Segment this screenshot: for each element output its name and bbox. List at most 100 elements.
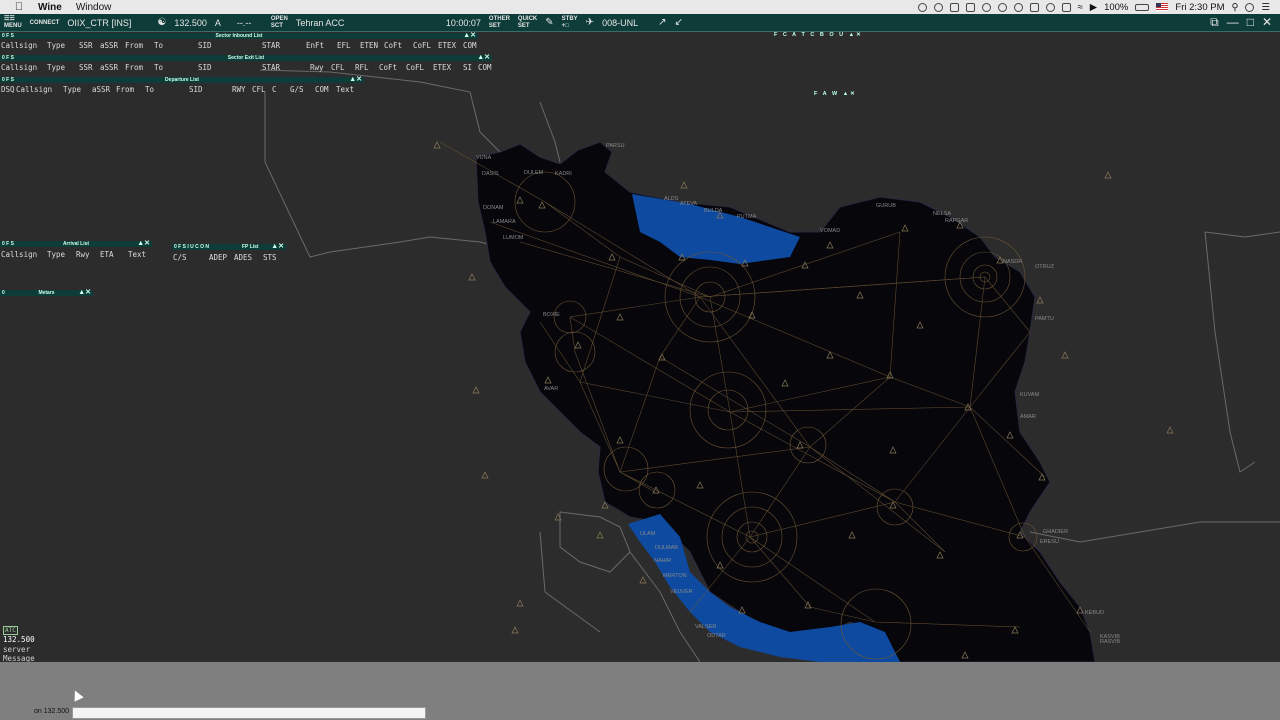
collapse-icon[interactable]: ↙ <box>670 17 686 28</box>
quick-set-button[interactable]: QUICK SET <box>514 16 541 30</box>
col-header[interactable]: To <box>154 63 163 72</box>
list-controls[interactable]: ▲✕ <box>349 76 362 83</box>
secondary-freq[interactable]: --.-- <box>233 18 267 28</box>
col-header[interactable]: Callsign <box>1 63 37 72</box>
col-header[interactable]: Rwy <box>76 250 90 259</box>
col-header[interactable]: Callsign <box>16 85 52 94</box>
shield-icon[interactable] <box>1013 2 1023 12</box>
siri-icon[interactable] <box>1245 2 1255 12</box>
fp-list-header[interactable]: 0 F S I U C O N FP List ▲✕ <box>172 243 286 250</box>
col-header[interactable]: CoFt <box>379 63 397 72</box>
col-header[interactable]: SI <box>463 63 472 72</box>
col-header[interactable]: To <box>154 41 163 50</box>
col-header[interactable]: COM <box>478 63 492 72</box>
stby-button[interactable]: STBY +□ <box>558 16 582 30</box>
volume-icon[interactable]: ▶ <box>1090 2 1097 13</box>
col-header[interactable]: SSR <box>79 41 93 50</box>
plane-icon[interactable]: ✈ <box>582 17 598 28</box>
sector-exit-list-header[interactable]: 0 F S Sector Exit List ▲✕ <box>0 54 492 61</box>
col-header[interactable]: From <box>125 41 143 50</box>
departure-list-header[interactable]: 0 F S Departure List ▲✕ <box>0 76 364 83</box>
col-header[interactable]: C/S <box>173 253 187 262</box>
record-icon[interactable] <box>917 2 927 12</box>
col-header[interactable]: aSSR <box>92 85 110 94</box>
col-header[interactable]: Rwy <box>310 63 324 72</box>
maximize-icon[interactable]: □ <box>1247 15 1254 30</box>
col-header[interactable]: STAR <box>262 41 280 50</box>
minimize-icon[interactable]: — <box>1227 15 1239 30</box>
col-header[interactable]: SID <box>189 85 203 94</box>
facility-name[interactable]: Tehran ACC <box>292 18 442 28</box>
menu-window[interactable]: Window <box>76 2 112 13</box>
col-header[interactable]: RWY <box>232 85 246 94</box>
col-header[interactable]: CFL <box>331 63 345 72</box>
col-header[interactable]: Type <box>47 63 65 72</box>
col-header[interactable]: ETEX <box>438 41 456 50</box>
list-controls[interactable]: ▲✕ <box>78 289 91 296</box>
battery-icon[interactable] <box>1135 3 1150 11</box>
atis-code[interactable]: A <box>211 18 233 28</box>
col-header[interactable]: COM <box>463 41 477 50</box>
sector-inbound-list-header[interactable]: 0 F S Sector Inbound List ▲✕ <box>0 32 478 39</box>
col-header[interactable]: SID <box>198 63 212 72</box>
close-icon[interactable]: ✕ <box>1262 15 1272 30</box>
pencil-icon[interactable]: ✎ <box>541 17 557 28</box>
hdd-icon[interactable] <box>1061 2 1071 12</box>
connect-button[interactable]: CONNECT <box>26 20 64 26</box>
col-header[interactable]: C <box>272 85 277 94</box>
col-header[interactable]: Text <box>128 250 146 259</box>
cloud-icon[interactable] <box>933 2 943 12</box>
list-controls[interactable]: ▲✕ <box>463 32 476 39</box>
list-controls[interactable]: ▲✕ <box>137 240 150 247</box>
other-set-button[interactable]: OTHER SET <box>485 16 514 30</box>
col-header[interactable]: Type <box>47 250 65 259</box>
col-header[interactable]: STAR <box>262 63 280 72</box>
frequency-display[interactable]: 132.500 <box>170 18 211 28</box>
col-header[interactable]: SSR <box>79 63 93 72</box>
arrival-list-header[interactable]: 0 F S Arrival List ▲✕ <box>0 240 152 247</box>
restore-icon[interactable]: ⧉ <box>1210 15 1219 30</box>
headset-icon[interactable]: ☯ <box>153 17 170 28</box>
apple-icon[interactable]:  <box>12 1 26 13</box>
brand-icon[interactable] <box>997 2 1007 12</box>
package-icon[interactable] <box>965 2 975 12</box>
col-header[interactable]: Type <box>47 41 65 50</box>
command-input[interactable] <box>72 707 426 719</box>
open-sct-button[interactable]: OPEN SCT <box>267 16 292 30</box>
col-header[interactable]: ETEX <box>433 63 451 72</box>
col-header[interactable]: COM <box>315 85 329 94</box>
col-header[interactable]: STS <box>263 253 277 262</box>
flag-icon[interactable] <box>1156 3 1169 11</box>
col-header[interactable]: CoFL <box>406 63 424 72</box>
list-filter-tag[interactable]: 0 F S I U C O N <box>174 244 209 250</box>
faw-list-tag[interactable]: F A W ▲✕ <box>814 91 857 97</box>
col-header[interactable]: SID <box>198 41 212 50</box>
callsign-display[interactable]: OIIX_CTR [INS] <box>63 18 153 28</box>
wifi-icon[interactable]: ≈ <box>1078 2 1083 13</box>
col-header[interactable]: Type <box>63 85 81 94</box>
col-header[interactable]: CoFt <box>384 41 402 50</box>
col-header[interactable]: aSSR <box>100 41 118 50</box>
resize-icon[interactable]: ↗ <box>654 17 670 28</box>
col-header[interactable]: EFL <box>337 41 351 50</box>
col-header[interactable]: Callsign <box>1 250 37 259</box>
col-header[interactable]: From <box>125 63 143 72</box>
col-header[interactable]: RFL <box>355 63 369 72</box>
col-header[interactable]: Callsign <box>1 41 37 50</box>
list-controls[interactable]: ▲✕ <box>477 54 490 61</box>
col-header[interactable]: DSQ <box>1 85 15 94</box>
spotlight-icon[interactable]: ⚲ <box>1232 2 1239 13</box>
col-header[interactable]: From <box>116 85 134 94</box>
floating-list-tag[interactable]: F C A T C B O U ▲✕ <box>774 32 863 38</box>
col-header[interactable]: ADEP <box>209 253 227 262</box>
col-header[interactable]: Text <box>336 85 354 94</box>
col-header[interactable]: aSSR <box>100 63 118 72</box>
col-header[interactable]: ETEN <box>360 41 378 50</box>
menu-button[interactable]: ☰☰ MENU <box>0 16 26 30</box>
display-icon[interactable] <box>1029 2 1039 12</box>
clock-text[interactable]: Fri 2:30 PM <box>1175 2 1224 13</box>
atc-tag[interactable]: ATC <box>3 626 18 635</box>
grid-icon[interactable] <box>949 2 959 12</box>
radar-scope[interactable]: VUNA DASIS DULEM KADRI PARSU DONAM LAMAR… <box>0 32 1280 662</box>
metar-list-header[interactable]: 0 Metars ▲✕ <box>0 289 93 296</box>
